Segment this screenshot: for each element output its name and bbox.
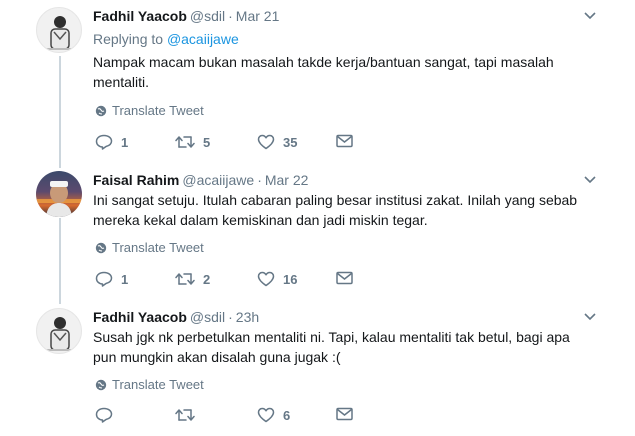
tweet-text: Susah jgk nk perbetulkan mentaliti ni. T… bbox=[93, 329, 570, 365]
retweet-icon bbox=[175, 273, 195, 285]
reply-icon bbox=[95, 134, 113, 150]
author-name[interactable]: Fadhil Yaacob bbox=[93, 8, 187, 24]
retweet-button[interactable] bbox=[175, 407, 203, 423]
tweet-text: Ini sangat setuju. Itulah cabaran paling… bbox=[93, 192, 578, 228]
heart-icon bbox=[257, 407, 275, 423]
separator-dot: · bbox=[228, 8, 233, 24]
globe-icon bbox=[95, 242, 107, 253]
reply-button[interactable]: 1 bbox=[95, 134, 128, 150]
tweet[interactable]: Fadhil Yaacob @sdil · 23h Susah jgk nk perb… bbox=[0, 308, 635, 436]
reply-button[interactable]: 1 bbox=[95, 271, 128, 287]
envelope-icon bbox=[336, 407, 353, 421]
separator-dot: · bbox=[257, 172, 262, 188]
author-name[interactable]: Fadhil Yaacob bbox=[93, 309, 187, 325]
like-count: 6 bbox=[283, 407, 291, 423]
replying-to-label: Replying to bbox=[93, 31, 164, 47]
retweet-button[interactable]: 2 bbox=[175, 271, 210, 287]
retweet-button[interactable]: 5 bbox=[175, 134, 210, 150]
like-button[interactable]: 35 bbox=[257, 134, 297, 150]
reply-icon bbox=[95, 407, 113, 423]
globe-icon bbox=[95, 105, 107, 116]
heart-icon bbox=[257, 134, 275, 150]
author-handle[interactable]: @sdil bbox=[190, 8, 225, 24]
replying-to-mention[interactable]: @acaiijawe bbox=[167, 31, 239, 47]
author-handle[interactable]: @sdil bbox=[190, 309, 225, 325]
reply-count: 1 bbox=[121, 271, 129, 287]
author-handle[interactable]: @acaiijawe bbox=[182, 172, 254, 188]
translate-label: Translate Tweet bbox=[112, 377, 204, 392]
tweet[interactable]: Faisal Rahim @acaiijawe · Mar 22 Ini sangat… bbox=[0, 171, 635, 301]
tweet-header: Fadhil Yaacob @sdil · 23h bbox=[93, 308, 259, 326]
separator-dot: · bbox=[228, 309, 233, 325]
like-button[interactable]: 6 bbox=[257, 407, 290, 423]
message-button[interactable] bbox=[336, 134, 353, 148]
author-name[interactable]: Faisal Rahim bbox=[93, 172, 179, 188]
translate-tweet-link[interactable]: Translate Tweet bbox=[95, 240, 204, 255]
tweet-text: Nampak macam bukan masalah takde kerja/b… bbox=[93, 54, 554, 90]
reply-button[interactable] bbox=[95, 407, 121, 423]
avatar[interactable] bbox=[36, 171, 82, 217]
replying-to: Replying to @acaiijawe bbox=[93, 31, 239, 47]
retweet-icon bbox=[175, 409, 195, 421]
globe-icon bbox=[95, 379, 107, 390]
translate-tweet-link[interactable]: Translate Tweet bbox=[95, 377, 204, 392]
envelope-icon bbox=[336, 271, 353, 285]
retweet-icon bbox=[175, 136, 195, 148]
translate-tweet-link[interactable]: Translate Tweet bbox=[95, 103, 204, 118]
like-button[interactable]: 16 bbox=[257, 271, 297, 287]
tweet[interactable]: Fadhil Yaacob @sdil · Mar 21 Replying to @a… bbox=[0, 7, 635, 157]
tweet-header: Faisal Rahim @acaiijawe · Mar 22 bbox=[93, 171, 308, 189]
chevron-down-icon[interactable] bbox=[583, 175, 597, 185]
translate-label: Translate Tweet bbox=[112, 103, 204, 118]
retweet-count: 5 bbox=[203, 134, 211, 150]
envelope-icon bbox=[336, 134, 353, 148]
heart-icon bbox=[257, 271, 275, 287]
retweet-count: 2 bbox=[203, 271, 211, 287]
tweet-header: Fadhil Yaacob @sdil · Mar 21 bbox=[93, 7, 279, 25]
chevron-down-icon[interactable] bbox=[583, 11, 597, 21]
tweet-timestamp[interactable]: 23h bbox=[236, 309, 259, 325]
message-button[interactable] bbox=[336, 271, 353, 285]
chevron-down-icon[interactable] bbox=[583, 312, 597, 322]
reply-count: 1 bbox=[121, 134, 129, 150]
message-button[interactable] bbox=[336, 407, 353, 421]
like-count: 35 bbox=[283, 134, 298, 150]
avatar[interactable] bbox=[36, 308, 82, 354]
reply-icon bbox=[95, 271, 113, 287]
tweet-timestamp[interactable]: Mar 21 bbox=[236, 8, 280, 24]
avatar[interactable] bbox=[36, 7, 82, 53]
tweet-timestamp[interactable]: Mar 22 bbox=[265, 172, 309, 188]
translate-label: Translate Tweet bbox=[112, 240, 204, 255]
like-count: 16 bbox=[283, 271, 298, 287]
